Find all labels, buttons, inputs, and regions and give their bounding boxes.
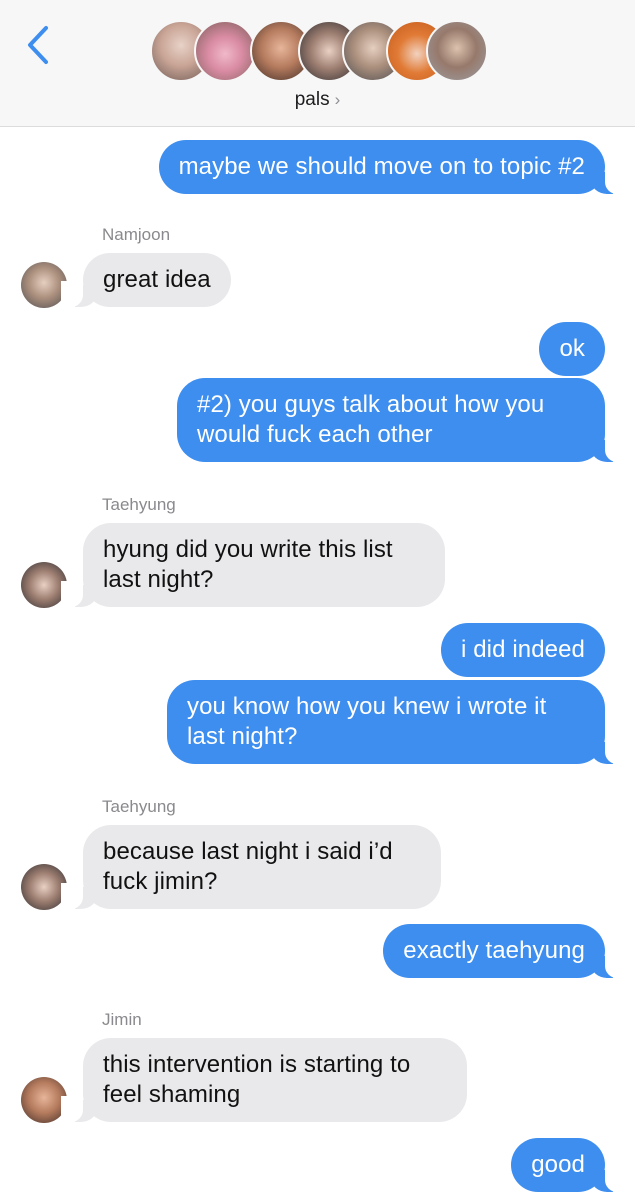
message-text-line: would fuck each other [197,421,433,448]
back-button[interactable] [18,22,58,68]
message-text-line: this intervention is starting to [103,1051,411,1078]
message-text: exactly taehyung [403,937,585,964]
chevron-right-icon: › [334,90,341,109]
message-text: i did indeed [461,636,585,663]
message-bubble-outgoing[interactable]: #2) you guys talk about how you would fu… [177,378,627,462]
message-text-line: last night? [103,566,214,593]
conversation-header: pals › [0,0,635,127]
message-text: maybe we should move on to topic #2 [178,153,585,180]
message-text-line: you know how you knew i wrote it [187,693,547,720]
group-name-label: pals [294,89,330,110]
message-bubble-outgoing[interactable]: maybe we should move on to topic #2 [158,140,628,194]
group-avatars[interactable] [150,20,490,82]
message-text-line: feel shaming [103,1081,241,1108]
message-text-line: last night? [187,723,298,750]
message-bubble-outgoing[interactable]: ok [539,322,605,376]
avatar [194,20,256,82]
message-text: good [531,1151,585,1178]
message-bubble-outgoing[interactable]: you know how you knew i wrote it last ni… [167,680,627,764]
sender-name: Taehyung [102,797,176,816]
sender-name: Taehyung [102,495,176,514]
message-bubble-outgoing[interactable]: good [511,1138,627,1192]
group-name-button[interactable]: pals › [0,89,635,111]
chevron-left-icon [28,26,48,64]
message-text-line: hyung did you write this list [103,536,393,563]
message-text: great idea [103,266,211,293]
message-text-line: fuck jimin? [103,868,218,895]
message-bubble-outgoing[interactable]: exactly taehyung [383,924,627,978]
message-bubble-outgoing[interactable]: i did indeed [441,623,605,677]
sender-name: Jimin [102,1010,142,1029]
message-bubble-incoming[interactable]: this intervention is starting to feel sh… [61,1038,467,1122]
message-bubble-incoming[interactable]: hyung did you write this list last night… [61,523,445,607]
avatar [426,20,488,82]
message-bubble-incoming[interactable]: because last night i said i’d fuck jimin… [61,825,441,909]
message-text: ok [559,335,585,362]
message-text-line: because last night i said i’d [103,838,393,865]
message-bubble-incoming[interactable]: great idea [61,253,231,307]
sender-name: Namjoon [102,225,171,244]
message-text-line: #2) you guys talk about how you [197,391,545,418]
